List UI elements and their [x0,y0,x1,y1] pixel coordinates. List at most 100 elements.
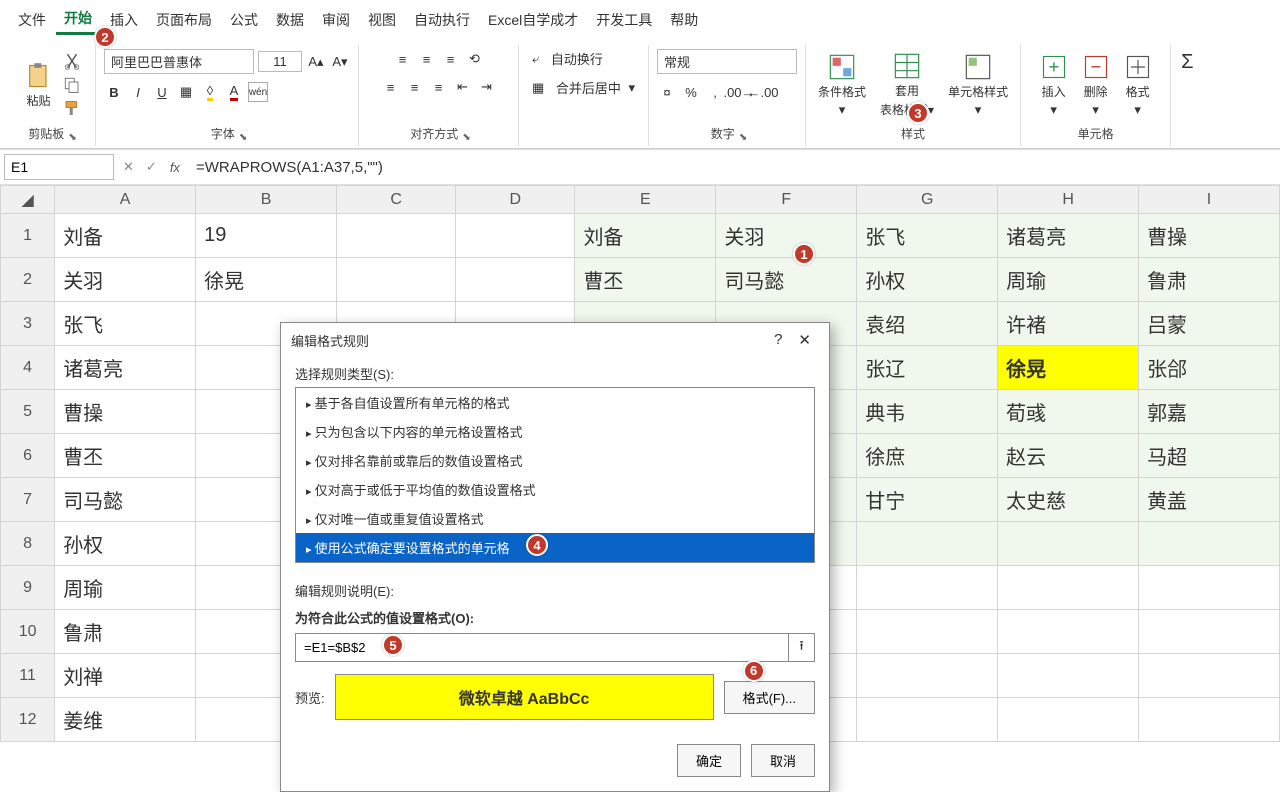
rule-type-1[interactable]: 只为包含以下内容的单元格设置格式 [296,417,814,446]
conditional-format-button[interactable]: 条件格式▾ [814,51,870,120]
cell-H9[interactable] [998,566,1139,610]
cell-A6[interactable]: 曹丕 [55,434,196,478]
menu-dev[interactable]: 开发工具 [588,6,660,34]
font-launcher[interactable]: ⬊ [239,132,247,143]
cell-H1[interactable]: 诸葛亮 [998,214,1139,258]
clipboard-launcher[interactable]: ⬊ [68,132,76,143]
menu-excelself[interactable]: Excel自学成才 [480,6,586,34]
indent-decrease-icon[interactable]: ⇤ [453,77,473,97]
copy-icon[interactable] [63,76,81,94]
comma-icon[interactable]: , [705,82,725,102]
format-cells-button[interactable]: 格式▾ [1120,51,1156,120]
row-header[interactable]: 9 [1,566,55,610]
wrap-text-button[interactable]: ⤶ 自动换行 [532,49,603,68]
rule-formula-input[interactable] [296,634,788,661]
cell-A5[interactable]: 曹操 [55,390,196,434]
align-right-icon[interactable]: ≡ [429,77,449,97]
cell-G4[interactable]: 张辽 [857,346,998,390]
row-header[interactable]: 5 [1,390,55,434]
indent-increase-icon[interactable]: ⇥ [477,77,497,97]
row-header[interactable]: 3 [1,302,55,346]
cell-A3[interactable]: 张飞 [55,302,196,346]
cancel-button[interactable]: 取消 [751,744,815,777]
row-header[interactable]: 10 [1,610,55,654]
menu-layout[interactable]: 页面布局 [148,6,220,34]
col-C[interactable]: C [337,186,456,214]
rule-type-5[interactable]: 使用公式确定要设置格式的单元格 4 [296,533,814,562]
cell-G9[interactable] [857,566,998,610]
menu-view[interactable]: 视图 [360,6,404,34]
delete-cells-button[interactable]: − 删除▾ [1078,51,1114,120]
cell-F1[interactable]: 关羽 [716,214,857,258]
enter-icon[interactable]: ✓ [143,159,160,175]
align-bottom-icon[interactable]: ≡ [441,49,461,69]
fill-color-button[interactable]: ◊ [200,82,220,102]
cell-I10[interactable] [1139,610,1280,654]
cell-F2[interactable]: 司马懿 [716,258,857,302]
cell-E2[interactable]: 曹丕 [575,258,716,302]
row-header[interactable]: 11 [1,654,55,698]
cell-H5[interactable]: 荀彧 [998,390,1139,434]
border-button[interactable]: ▦ [176,82,196,102]
cell-G10[interactable] [857,610,998,654]
underline-button[interactable]: U [152,82,172,102]
col-E[interactable]: E [575,186,716,214]
font-size-combo[interactable]: 11 [258,51,302,72]
rule-type-4[interactable]: 仅对唯一值或重复值设置格式 [296,504,814,533]
cell-G11[interactable] [857,654,998,698]
format-painter-icon[interactable] [63,100,81,118]
cell-G6[interactable]: 徐庶 [857,434,998,478]
cell-G3[interactable]: 袁绍 [857,302,998,346]
cell-H7[interactable]: 太史慈 [998,478,1139,522]
cell-G2[interactable]: 孙权 [857,258,998,302]
percent-icon[interactable]: % [681,82,701,102]
cell-I9[interactable] [1139,566,1280,610]
rule-type-3[interactable]: 仅对高于或低于平均值的数值设置格式 [296,475,814,504]
cell-G5[interactable]: 典韦 [857,390,998,434]
rule-formula-field[interactable]: ⭱ 5 [295,633,815,662]
decrease-font-icon[interactable]: A▾ [330,52,350,72]
row-header[interactable]: 8 [1,522,55,566]
insert-cells-button[interactable]: + 插入▾ [1036,51,1072,120]
orientation-icon[interactable]: ⟲ [465,49,485,69]
align-left-icon[interactable]: ≡ [381,77,401,97]
align-center-icon[interactable]: ≡ [405,77,425,97]
col-F[interactable]: F [716,186,857,214]
currency-icon[interactable]: ¤ [657,82,677,102]
cell-I2[interactable]: 鲁肃 [1139,258,1280,302]
phonetic-button[interactable]: wén [248,82,268,102]
cancel-icon[interactable]: ✕ [120,159,137,175]
cell-H4[interactable]: 徐晃 [998,346,1139,390]
cell-H10[interactable] [998,610,1139,654]
cell-A4[interactable]: 诸葛亮 [55,346,196,390]
cell-A9[interactable]: 周瑜 [55,566,196,610]
rule-type-0[interactable]: 基于各自值设置所有单元格的格式 [296,388,814,417]
increase-decimal-icon[interactable]: .00→ [729,82,749,102]
cut-icon[interactable] [63,52,81,70]
cell-A12[interactable]: 姜维 [55,698,196,742]
menu-review[interactable]: 审阅 [314,6,358,34]
col-A[interactable]: A [55,186,196,214]
cell-D2[interactable] [456,258,575,302]
cell-B1[interactable]: 19 [196,214,337,258]
row-header[interactable]: 1 [1,214,55,258]
autosum-button[interactable]: Σ [1171,45,1203,146]
fx-icon[interactable]: fx [166,160,184,175]
number-launcher[interactable]: ⬊ [739,132,747,143]
select-all-corner[interactable]: ◢ [1,186,55,214]
align-launcher[interactable]: ⬊ [462,132,470,143]
col-G[interactable]: G [857,186,998,214]
cell-I12[interactable] [1139,698,1280,742]
col-B[interactable]: B [196,186,337,214]
format-button[interactable]: 6 格式(F)... [724,681,815,714]
ok-button[interactable]: 确定 [677,744,741,777]
dialog-close-icon[interactable]: ✕ [790,331,819,350]
cell-G1[interactable]: 张飞 [857,214,998,258]
cell-D1[interactable] [456,214,575,258]
formula-input[interactable]: =WRAPROWS(A1:A37,5,"") [190,155,1276,180]
col-D[interactable]: D [456,186,575,214]
col-I[interactable]: I [1139,186,1280,214]
cell-A1[interactable]: 刘备 [55,214,196,258]
cell-I8[interactable] [1139,522,1280,566]
menu-help[interactable]: 帮助 [662,6,706,34]
